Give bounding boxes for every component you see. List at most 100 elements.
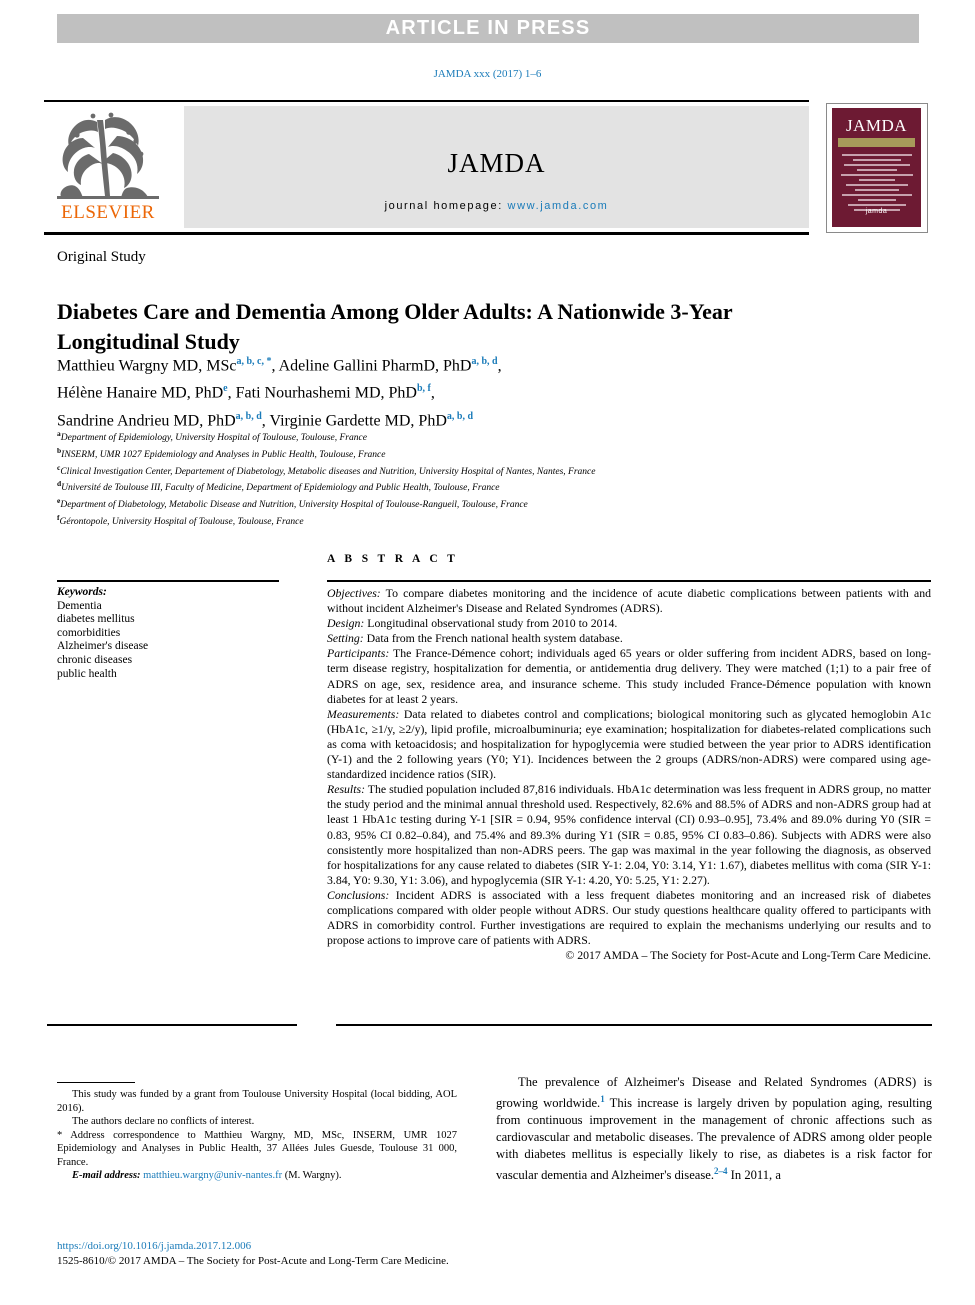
abstract-section-text: The France-Démence cohort; individuals a… (327, 646, 931, 706)
abstract-section: Setting: Data from the French national h… (327, 631, 931, 646)
affiliation-item: bINSERM, UMR 1027 Epidemiology and Analy… (57, 445, 837, 462)
body-paragraph: The prevalence of Alzheimer's Disease an… (496, 1074, 932, 1184)
abstract-body: Objectives: To compare diabetes monitori… (327, 586, 931, 963)
footnote-funding: This study was funded by a grant from To… (57, 1089, 457, 1114)
correspondence-text: Address correspondence to Matthieu Wargn… (57, 1129, 458, 1168)
affiliation-text: INSERM, UMR 1027 Epidemiology and Analys… (61, 449, 386, 460)
abstract-section-text: To compare diabetes monitoring and the i… (327, 586, 931, 616)
abstract-copyright: © 2017 AMDA – The Society for Post-Acute… (565, 948, 931, 963)
author-list: Matthieu Wargny MD, MSca, b, c, *, Adeli… (57, 356, 502, 429)
abstract-section: Objectives: To compare diabetes monitori… (327, 586, 931, 616)
abstract-section: Participants: The France-Démence cohort;… (327, 646, 931, 706)
abstract-section-label: Results: (327, 782, 366, 797)
footnote-conflicts: The authors declare no conflicts of inte… (72, 1116, 255, 1127)
cover-journal-title: JAMDA (845, 116, 908, 135)
keyword-item: diabetes mellitus (57, 613, 135, 626)
article-body-column: The prevalence of Alzheimer's Disease an… (496, 1074, 932, 1184)
footnote-email: E-mail address: matthieu.wargny@univ-nan… (57, 1169, 457, 1183)
elsevier-tree-icon (57, 112, 159, 199)
doi-link[interactable]: https://doi.org/10.1016/j.jamda.2017.12.… (57, 1240, 251, 1252)
abstract-section-label: Design: (327, 616, 365, 631)
keywords-heading: Keywords: (57, 586, 107, 598)
author-name: Sandrine Andrieu MD, PhD (57, 411, 236, 429)
author-affiliation-marks: e (223, 383, 228, 395)
cover-jamda-logo: jamda (865, 208, 888, 215)
author-affiliation-marks: a, b, c, * (236, 356, 272, 367)
running-head: JAMDA xxx (2017) 1–6 (0, 68, 975, 80)
keyword-item: public health (57, 667, 117, 680)
keyword-item: Alzheimer's disease (57, 640, 149, 653)
abstract-heading: A B S T R A C T (327, 553, 459, 565)
abstract-section-label: Conclusions: (327, 887, 390, 902)
author-name: Virginie Gardette MD, PhD (269, 411, 447, 429)
cover-contents-lines (839, 154, 914, 211)
keyword-item: Dementia (57, 599, 102, 612)
masthead-bottom-rule (44, 232, 809, 235)
abstract-section-label: Objectives: (327, 586, 381, 600)
homepage-url-link[interactable]: www.jamda.com (508, 200, 609, 212)
article-in-press-label: ARTICLE IN PRESS (385, 17, 591, 39)
affiliation-text: Department of Diabetology, Metabolic Dis… (60, 500, 528, 511)
affiliation-text: Université de Toulouse III, Faculty of M… (61, 483, 500, 494)
affiliation-text: Department of Epidemiology, University H… (60, 433, 367, 444)
abstract-section: Results: The studied population included… (327, 782, 931, 888)
cover-artwork: JAMDA jamda (832, 108, 921, 227)
affiliation-item: cClinical Investigation Center, Departem… (57, 462, 837, 479)
keywords-block: Keywords: Dementia diabetes mellitus com… (57, 586, 287, 681)
keyword-item: comorbidities (57, 626, 121, 639)
email-link[interactable]: matthieu.wargny@univ-nantes.fr (143, 1170, 282, 1181)
article-in-press-banner: ARTICLE IN PRESS (57, 14, 919, 43)
running-head-label: JAMDA xxx (2017) 1–6 (433, 68, 542, 80)
cover-subtitle-band (838, 138, 915, 147)
author-affiliation-marks: a, b, d (446, 410, 474, 422)
journal-homepage-band: JAMDA journal homepage: www.jamda.com (184, 106, 809, 228)
journal-cover-thumbnail: JAMDA jamda (826, 103, 928, 233)
affiliation-text: Gérontopole, University Hospital of Toul… (59, 516, 304, 527)
citation-ref[interactable]: 2–4 (714, 1166, 728, 1176)
author-affiliation-marks: a, b, d (235, 410, 262, 422)
affiliation-item: aDepartment of Epidemiology, University … (57, 428, 837, 445)
page-title: Diabetes Care and Dementia Among Older A… (57, 298, 733, 354)
author-name: Matthieu Wargny MD, MSc (57, 357, 237, 375)
author-name: Fati Nourhashemi MD, PhD (235, 384, 417, 402)
journal-masthead: ELSEVIER JAMDA journal homepage: www.jam… (44, 100, 932, 235)
masthead-top-rule (44, 100, 809, 102)
abstract-section: Measurements: Data related to diabetes c… (327, 707, 931, 782)
footnote-correspondence: * Address correspondence to Matthieu War… (57, 1129, 457, 1170)
affiliation-text: Clinical Investigation Center, Departeme… (60, 466, 596, 477)
abstract-section-label: Measurements: (327, 706, 400, 721)
abstract-section: Conclusions: Incident ADRS is associated… (327, 888, 931, 948)
affiliation-item: dUniversité de Toulouse III, Faculty of … (57, 478, 837, 495)
abstract-section-text: The studied population included 87,816 i… (327, 782, 931, 887)
abstract-section: Design: Longitudinal observational study… (327, 616, 931, 631)
email-label: E-mail address: (72, 1170, 141, 1181)
journal-homepage-line: journal homepage: www.jamda.com (184, 200, 809, 212)
author-affiliation-marks: b, f (416, 383, 431, 395)
email-suffix: (M. Wargny). (282, 1170, 342, 1181)
right-column-rule (336, 1024, 932, 1026)
affiliation-item: eDepartment of Diabetology, Metabolic Di… (57, 495, 837, 512)
author-name: Adeline Gallini PharmD, PhD (278, 357, 472, 375)
affiliation-list: aDepartment of Epidemiology, University … (57, 428, 837, 529)
keywords-rule (57, 580, 279, 582)
footnote-block: This study was funded by a grant from To… (57, 1088, 457, 1183)
correspondence-mark: * (57, 1129, 63, 1141)
body-text-part: In 2011, a (727, 1168, 781, 1183)
issn-copyright-line: 1525-8610/© 2017 AMDA – The Society for … (57, 1255, 449, 1267)
homepage-label: journal homepage: (384, 200, 503, 212)
abstract-section-text: Data related to diabetes control and com… (327, 706, 931, 782)
footnote-separator-rule (57, 1082, 135, 1083)
abstract-section-text: Longitudinal observational study from 20… (364, 616, 618, 631)
article-type-label: Original Study (57, 249, 146, 265)
elsevier-wordmark: ELSEVIER (61, 202, 155, 223)
abstract-section-text: Incident ADRS is associated with a less … (327, 887, 931, 948)
left-column-rule (47, 1024, 297, 1026)
author-affiliation-marks: a, b, d (471, 356, 498, 367)
keyword-item: chronic diseases (57, 653, 133, 666)
affiliation-item: fGérontopole, University Hospital of Tou… (57, 512, 837, 529)
abstract-rule (327, 580, 931, 582)
author-name: Hélène Hanaire MD, PhD (57, 384, 224, 402)
journal-title: JAMDA (447, 148, 546, 178)
abstract-section-label: Participants: (327, 646, 390, 661)
abstract-section-label: Setting: (327, 631, 364, 646)
